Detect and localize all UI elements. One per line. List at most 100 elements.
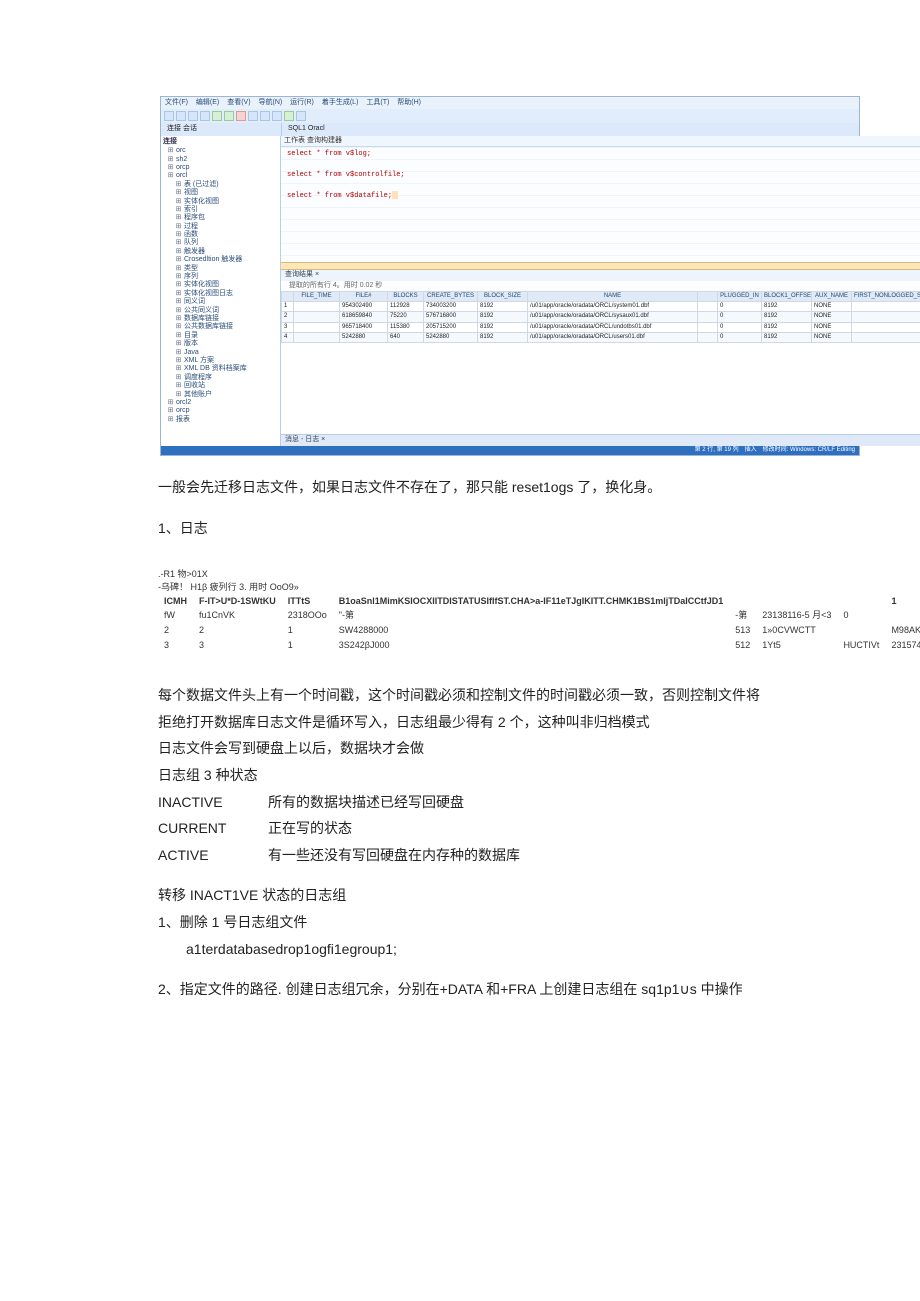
col-header[interactable] [698,291,718,301]
tab-sql1[interactable]: SQL1 [288,125,306,133]
state-active-label: ACTIVE [158,842,268,869]
menu-view[interactable]: 查看(V) [227,99,250,106]
tool-icon[interactable] [176,111,186,121]
menu-nav[interactable]: 导航(N) [259,99,283,106]
cell: fW [158,607,193,622]
tree-node[interactable]: ⊞ 序列 [163,273,278,281]
workspace-tabs[interactable]: 工作表 查询构建器 [281,136,920,147]
results-tab[interactable]: 查询结果 × [281,270,920,280]
menubar[interactable]: 文件(F) 编辑(E) 查看(V) 导航(N) 运行(R) 着手生成(L) 工具… [161,97,859,109]
tree-node[interactable]: ⊞ 类型 [163,265,278,273]
splitter[interactable] [281,262,920,270]
results-grid-wrap: FILE_TIMEFILE#BLOCKSCREATE_BYTESBLOCK_SI… [281,291,920,434]
main-toolbar [161,109,859,123]
tree-node[interactable]: ⊞ Java [163,349,278,357]
col-header[interactable]: FILE# [340,291,388,301]
cell: 0 [837,607,885,622]
cell: 512 [729,637,756,652]
col-header[interactable]: BLOCK1_OFFSET [762,291,812,301]
tool-icon[interactable] [200,111,210,121]
tree-node[interactable]: ⊞ XML DB 资料档案库 [163,365,278,373]
tree-node[interactable]: ⊞ orcl2 [163,399,278,407]
para: 日志文件会写到硬盘上以后，数据块才会做 [158,735,762,762]
status-enc: 修改时间: Windows: CR/LF Editing [763,447,855,454]
tree-node[interactable]: ⊞ 视图 [163,189,278,197]
bottom-bar[interactable]: 消息 - 日志 × [281,434,920,445]
tool-icon[interactable] [164,111,174,121]
tree-node[interactable]: ⊞ 版本 [163,340,278,348]
tool-icon[interactable] [260,111,270,121]
cell: ITTtS [282,595,333,607]
tree-node[interactable]: ⊞ 报表 [163,416,278,424]
tree-node[interactable]: ⊞ 其他账户 [163,391,278,399]
tree-node[interactable]: ⊞ 程序包 [163,214,278,222]
tree-node[interactable]: ⊞ 函数 [163,231,278,239]
menu-help[interactable]: 帮助(H) [397,99,421,106]
cell: 3S242βJ000 [333,637,729,652]
tree-node[interactable]: ⊞ Crosedltion 触发器 [163,256,278,264]
tab-oracl[interactable]: Oracl [308,125,325,133]
tree-node[interactable]: ⊞ orcl [163,172,278,180]
col-header[interactable]: FILE_TIME [294,291,340,301]
menu-tools[interactable]: 工具(T) [366,99,389,106]
cell: 3 [193,637,282,652]
status-mode: 插入 [745,447,757,454]
step-1-cmd: a1terdatabasedrop1ogfi1egroup1; [158,936,762,963]
table-row[interactable]: 19543024901129287340032008192/u01/app/or… [282,302,920,312]
tool-icon[interactable] [248,111,258,121]
run-script-icon[interactable] [224,111,234,121]
stop-icon[interactable] [236,111,246,121]
col-header[interactable]: PLUGGED_IN [718,291,762,301]
tool-icon[interactable] [188,111,198,121]
tree-node[interactable]: ⊞ 公共数据库链接 [163,323,278,331]
col-header[interactable]: BLOCK_SIZE [478,291,528,301]
tree-node[interactable]: ⊞ 目录 [163,332,278,340]
menu-gen[interactable]: 着手生成(L) [322,99,359,106]
col-header[interactable]: FIRST_NONLOGGED_SCN [852,291,920,301]
tool-icon[interactable] [272,111,282,121]
sql-editor[interactable]: select * from v$log; select * from v$con… [281,147,920,262]
tree-node[interactable]: ⊞ 调度程序 [163,374,278,382]
tree-node[interactable]: ⊞ 队列 [163,239,278,247]
tree-node[interactable]: ⊞ 实体化视图 [163,281,278,289]
sql-line: select * from v$controlfile; [287,171,920,179]
tree-node[interactable]: ⊞ 同义词 [163,298,278,306]
commit-icon[interactable] [284,111,294,121]
state-inactive-label: INACTIVE [158,789,268,816]
table-row[interactable]: 4524288064052428808192/u01/app/oracle/or… [282,332,920,342]
log-table: ICMHF-IT>U*D-1SWtKUITTtSB1oaSnl1MimKSIOC… [158,595,920,652]
tool-icon[interactable] [296,111,306,121]
menu-file[interactable]: 文件(F) [165,99,188,106]
results-grid[interactable]: FILE_TIMEFILE#BLOCKSCREATE_BYTESBLOCK_SI… [281,291,920,343]
sqldev-window: 文件(F) 编辑(E) 查看(V) 导航(N) 运行(R) 着手生成(L) 工具… [160,96,860,456]
table-row[interactable]: 2618659840752205767168008192/u01/app/ora… [282,312,920,322]
tree-node[interactable]: ⊞ orcp [163,407,278,415]
cell [837,595,885,607]
tree-node[interactable]: ⊞ sh2 [163,156,278,164]
col-header[interactable]: BLOCKS [388,291,424,301]
tree-node[interactable]: ⊞ 过程 [163,223,278,231]
connections-tree[interactable]: 连接 ⊞ orc⊞ sh2⊞ orcp⊞ orcl⊞ 表 (已过滤)⊞ 视图⊞ … [161,136,281,446]
cell: 1 [282,637,333,652]
cell: B1oaSnl1MimKSIOCXIITDISTATUSIfIfST.CHA>a… [333,595,729,607]
col-header[interactable]: NAME [528,291,698,301]
run-icon[interactable] [212,111,222,121]
tree-node[interactable]: ⊞ 公共同义词 [163,307,278,315]
menu-run[interactable]: 运行(R) [290,99,314,106]
state-active-desc: 有一些还没有写回硬盘在内存种的数据库 [268,842,762,869]
tree-node[interactable]: ⊞ 表 (已过滤) [163,181,278,189]
tree-node[interactable]: ⊞ 实体化视图日志 [163,290,278,298]
sql-line: select * from v$log; [287,150,920,158]
col-header[interactable]: AUX_NAME [812,291,852,301]
cell: 1Yt5 [756,637,837,652]
tree-node[interactable]: ⊞ orc [163,147,278,155]
table-row[interactable]: 39657184001153802057152008192/u01/app/or… [282,322,920,332]
tree-node[interactable]: ⊞ orcp [163,164,278,172]
tree-node[interactable]: ⊞ 索引 [163,206,278,214]
state-inactive-desc: 所有的数据块描述已经写回硬盘 [268,789,762,816]
tree-node[interactable]: ⊞ 回收站 [163,382,278,390]
tree-node[interactable]: ⊞ 触发器 [163,248,278,256]
col-header[interactable]: CREATE_BYTES [424,291,478,301]
tree-node[interactable]: ⊞ 实体化视图 [163,198,278,206]
menu-edit[interactable]: 编辑(E) [196,99,219,106]
